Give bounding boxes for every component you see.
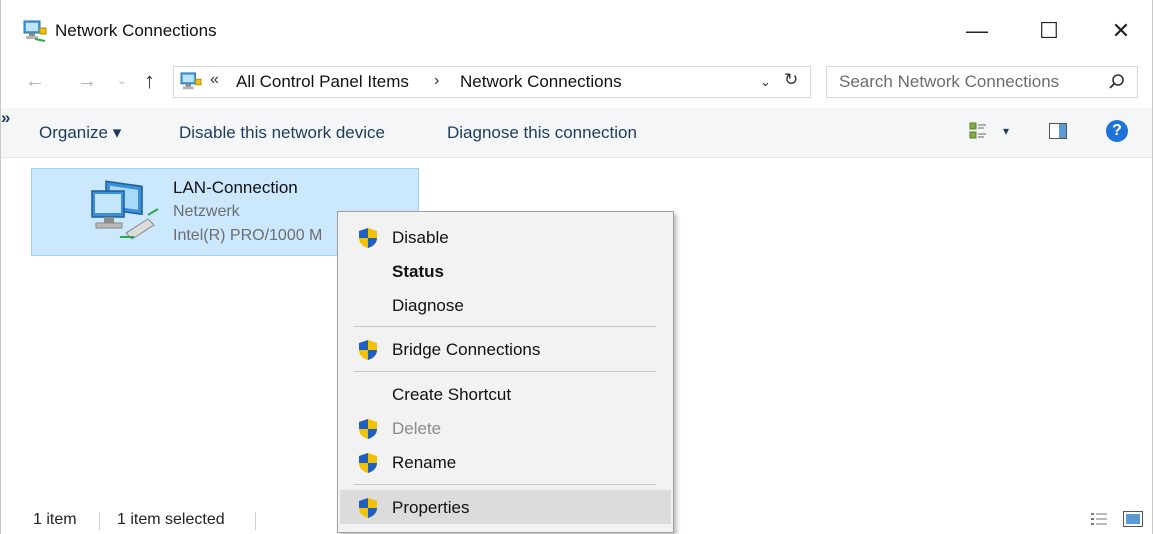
- address-dropdown-icon[interactable]: ⌄: [760, 74, 771, 90]
- search-input[interactable]: Search Network Connections: [839, 72, 1059, 92]
- minimize-button[interactable]: —: [954, 14, 1000, 48]
- connection-name: LAN-Connection: [173, 178, 298, 197]
- uac-shield-icon: [359, 228, 377, 248]
- search-icon[interactable]: [1108, 73, 1126, 91]
- network-adapter-icon: [91, 180, 159, 240]
- menu-item-label: Properties: [392, 498, 470, 517]
- up-arrow-icon[interactable]: ↑: [144, 68, 155, 94]
- forward-arrow-icon[interactable]: →: [77, 70, 97, 93]
- uac-shield-icon: [359, 498, 377, 518]
- recent-locations-chevron-icon[interactable]: ⌄: [117, 74, 126, 87]
- address-bar[interactable]: « All Control Panel Items › Network Conn…: [173, 66, 811, 98]
- preview-pane-icon[interactable]: [1049, 123, 1067, 139]
- menu-item-label: Disable: [392, 228, 449, 247]
- change-view-icon[interactable]: [969, 122, 987, 140]
- menu-item-label: Bridge Connections: [392, 340, 541, 359]
- item-count: 1 item: [33, 511, 77, 528]
- close-button[interactable]: ✕: [1098, 14, 1144, 48]
- refresh-icon[interactable]: ↻: [784, 70, 798, 90]
- title-bar: Network Connections — ☐ ✕: [1, 0, 1152, 62]
- explorer-window: Network Connections — ☐ ✕ ← → ⌄ ↑ « All …: [0, 0, 1153, 534]
- breadcrumb-overflow-icon[interactable]: «: [210, 71, 219, 89]
- menu-item-delete: Delete: [340, 411, 671, 445]
- uac-shield-icon: [359, 419, 377, 439]
- view-options-dropdown-icon[interactable]: ▾: [1003, 124, 1009, 138]
- uac-shield-icon: [359, 453, 377, 473]
- details-view-icon[interactable]: [1090, 511, 1108, 527]
- menu-item-create-shortcut[interactable]: Create Shortcut: [340, 377, 671, 411]
- organize-button[interactable]: Organize ▾: [39, 123, 121, 143]
- disable-network-device-button[interactable]: Disable this network device: [179, 123, 385, 143]
- menu-item-label: Status: [392, 262, 444, 281]
- navigation-bar: ← → ⌄ ↑ « All Control Panel Items › Netw…: [1, 62, 1152, 102]
- control-panel-icon: [180, 72, 202, 90]
- large-icons-view-icon[interactable]: [1123, 511, 1143, 527]
- breadcrumb-separator-icon[interactable]: ›: [434, 72, 439, 90]
- search-box[interactable]: Search Network Connections: [826, 66, 1138, 98]
- more-commands-icon[interactable]: »: [1, 108, 10, 127]
- menu-item-status[interactable]: Status: [340, 254, 671, 288]
- back-arrow-icon[interactable]: ←: [25, 70, 45, 93]
- menu-item-disable[interactable]: Disable: [340, 220, 671, 254]
- connection-device: Intel(R) PRO/1000 M: [173, 227, 323, 244]
- menu-item-label: Create Shortcut: [392, 385, 512, 404]
- status-divider: [99, 512, 100, 530]
- menu-item-label: Rename: [392, 453, 457, 472]
- network-connections-icon: [23, 20, 47, 42]
- help-icon[interactable]: ?: [1106, 120, 1128, 142]
- menu-item-label: Delete: [392, 419, 442, 438]
- menu-separator: [354, 326, 656, 327]
- window-title: Network Connections: [55, 21, 217, 40]
- menu-separator: [354, 371, 656, 372]
- selected-count: 1 item selected: [117, 511, 225, 528]
- context-menu: Disable Status Diagnose Bridge Connectio…: [337, 211, 674, 533]
- breadcrumb-all-control-panel-items[interactable]: All Control Panel Items: [236, 72, 409, 92]
- command-bar: Organize ▾ Disable this network device D…: [1, 108, 1152, 158]
- menu-item-rename[interactable]: Rename: [340, 445, 671, 479]
- status-divider: [255, 512, 256, 530]
- menu-item-properties[interactable]: Properties: [340, 490, 671, 524]
- breadcrumb-network-connections[interactable]: Network Connections: [460, 72, 622, 92]
- menu-item-label: Diagnose: [392, 296, 464, 315]
- maximize-button[interactable]: ☐: [1026, 14, 1072, 48]
- connection-network: Netzwerk: [173, 203, 240, 220]
- menu-item-bridge-connections[interactable]: Bridge Connections: [340, 332, 671, 366]
- diagnose-connection-button[interactable]: Diagnose this connection: [447, 123, 637, 143]
- menu-separator: [354, 484, 656, 485]
- uac-shield-icon: [359, 340, 377, 360]
- menu-item-diagnose[interactable]: Diagnose: [340, 288, 671, 322]
